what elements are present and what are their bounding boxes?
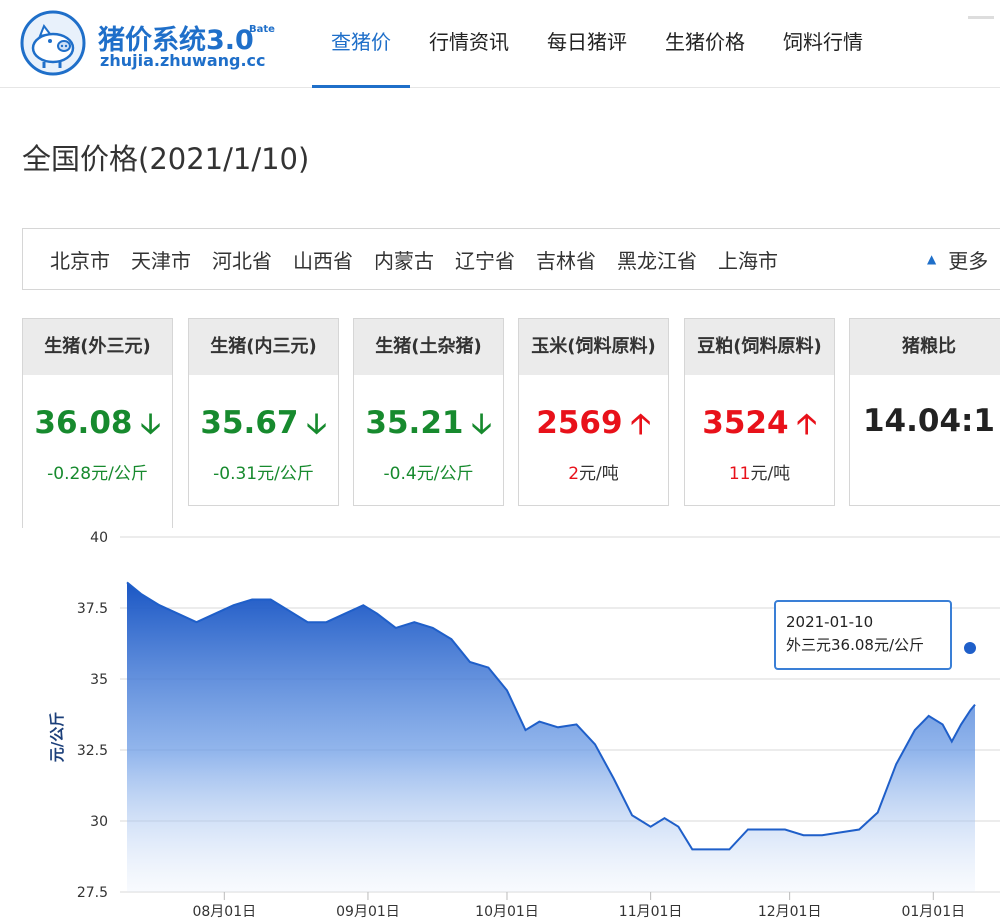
arrow-up-icon: 🡡	[796, 407, 817, 440]
card-change-unit: 元/吨	[750, 464, 791, 484]
nav-item-market-news[interactable]: 行情资讯	[410, 0, 528, 88]
arrow-down-icon: 🡣	[140, 407, 161, 440]
logo[interactable]: 猪价系统3.0 Bate zhujia.zhuwang.cc	[18, 8, 288, 76]
chart-tooltip: 2021-01-10 外三元36.08元/公斤	[774, 600, 952, 670]
main-nav: 查猪价 行情资讯 每日猪评 生猪价格 饲料行情	[312, 0, 882, 88]
province-item[interactable]: 上海市	[718, 245, 778, 274]
card-value: 2569 🡡	[519, 403, 668, 451]
card-value-number: 35.21	[365, 405, 464, 441]
card-value: 35.21 🡣	[354, 403, 503, 451]
tooltip-date: 2021-01-10	[786, 613, 874, 631]
nav-item-feed-market[interactable]: 饲料行情	[764, 0, 882, 88]
x-tick-label: 12月01日	[758, 904, 822, 920]
y-tick-label: 30	[90, 814, 108, 830]
tooltip-label: 外三元36.08元/公斤	[786, 636, 924, 654]
arrow-down-icon: 🡣	[471, 407, 492, 440]
header: 猪价系统3.0 Bate zhujia.zhuwang.cc 查猪价 行情资讯 …	[0, 0, 1000, 88]
card-change-number: 2	[568, 464, 580, 484]
price-card-outer-three[interactable]: 生猪(外三元) 36.08 🡣 -0.28元/公斤	[22, 318, 173, 528]
price-chart: 27.5 30 32.5 35 37.5 40 08月01日 09月01日 10月01日 11月…	[0, 522, 1000, 923]
menu-edge-icon[interactable]	[968, 16, 994, 19]
card-value-number: 35.67	[200, 405, 299, 441]
card-title: 猪粮比	[850, 319, 1000, 375]
province-item[interactable]: 北京市	[50, 245, 110, 274]
more-button[interactable]: ▲ 更多	[927, 229, 988, 289]
card-value: 14.04:1	[850, 403, 1000, 439]
y-tick-label: 32.5	[77, 743, 108, 759]
more-label: 更多	[948, 248, 989, 273]
price-card-pig-grain-ratio[interactable]: 猪粮比 14.04:1	[849, 318, 1000, 506]
province-list: 北京市 天津市 河北省 山西省 内蒙古 辽宁省 吉林省 黑龙江省 上海市	[50, 229, 799, 289]
card-title: 玉米(饲料原料)	[519, 319, 668, 375]
card-change-unit: 元/吨	[579, 464, 619, 484]
card-change-number: 11	[728, 464, 751, 484]
price-card-corn[interactable]: 玉米(饲料原料) 2569 🡡 2元/吨	[518, 318, 669, 506]
y-tick-label: 35	[90, 672, 108, 688]
hover-point[interactable]	[962, 640, 978, 656]
nav-item-live-pig-price[interactable]: 生猪价格	[646, 0, 764, 88]
pig-logo-icon	[20, 10, 86, 76]
x-tick-label: 11月01日	[619, 904, 683, 920]
price-chart-svg: 27.5 30 32.5 35 37.5 40 08月01日 09月01日 10月01日 11月…	[48, 530, 1000, 920]
logo-url: zhujia.zhuwang.cc	[100, 51, 266, 70]
card-value-number: 2569	[536, 405, 623, 441]
logo-badge: Bate	[249, 24, 275, 35]
y-tick-label: 37.5	[77, 601, 108, 617]
x-tick-label: 01月01日	[901, 904, 965, 920]
triangle-up-icon: ▲	[927, 252, 937, 266]
arrow-up-icon: 🡡	[630, 407, 651, 440]
province-item[interactable]: 山西省	[293, 245, 353, 274]
province-item[interactable]: 吉林省	[536, 245, 596, 274]
x-tick-label: 10月01日	[475, 904, 539, 920]
card-change: -0.4元/公斤	[354, 459, 503, 484]
province-item[interactable]: 内蒙古	[374, 245, 434, 274]
card-change-text: -0.28元/公斤	[47, 464, 148, 484]
card-value: 36.08 🡣	[23, 403, 172, 451]
y-tick-label: 27.5	[77, 885, 108, 901]
page-title: 全国价格(2021/1/10)	[22, 142, 310, 176]
province-item[interactable]: 黑龙江省	[617, 245, 697, 274]
y-tick-label: 40	[90, 530, 108, 546]
card-title: 豆粕(饲料原料)	[685, 319, 834, 375]
card-value-number: 14.04:1	[862, 403, 996, 439]
nav-item-daily-review[interactable]: 每日猪评	[528, 0, 646, 88]
card-change-text: -0.4元/公斤	[383, 464, 474, 484]
price-card-mixed-pig[interactable]: 生猪(土杂猪) 35.21 🡣 -0.4元/公斤	[353, 318, 504, 506]
price-card-inner-three[interactable]: 生猪(内三元) 35.67 🡣 -0.31元/公斤	[188, 318, 339, 506]
x-tick-label: 09月01日	[336, 904, 400, 920]
card-change: 11元/吨	[685, 459, 834, 484]
card-title: 生猪(内三元)	[189, 319, 338, 375]
price-card-soymeal[interactable]: 豆粕(饲料原料) 3524 🡡 11元/吨	[684, 318, 835, 506]
province-item[interactable]: 辽宁省	[455, 245, 515, 274]
card-value: 35.67 🡣	[189, 403, 338, 451]
province-bar: 北京市 天津市 河北省 山西省 内蒙古 辽宁省 吉林省 黑龙江省 上海市 ▲ 更…	[22, 228, 1000, 290]
province-item[interactable]: 天津市	[131, 245, 191, 274]
card-change-text: -0.31元/公斤	[213, 464, 314, 484]
card-change: -0.28元/公斤	[23, 459, 172, 484]
card-title: 生猪(外三元)	[23, 319, 172, 375]
card-change: -0.31元/公斤	[189, 459, 338, 484]
card-title: 生猪(土杂猪)	[354, 319, 503, 375]
province-item[interactable]: 河北省	[212, 245, 272, 274]
y-axis-label: 元/公斤	[48, 712, 66, 762]
arrow-down-icon: 🡣	[306, 407, 327, 440]
card-value: 3524 🡡	[685, 403, 834, 451]
card-value-number: 36.08	[34, 405, 133, 441]
nav-item-check-price[interactable]: 查猪价	[312, 0, 410, 88]
x-tick-label: 08月01日	[192, 904, 256, 920]
card-change: 2元/吨	[519, 459, 668, 484]
card-value-number: 3524	[702, 405, 789, 441]
